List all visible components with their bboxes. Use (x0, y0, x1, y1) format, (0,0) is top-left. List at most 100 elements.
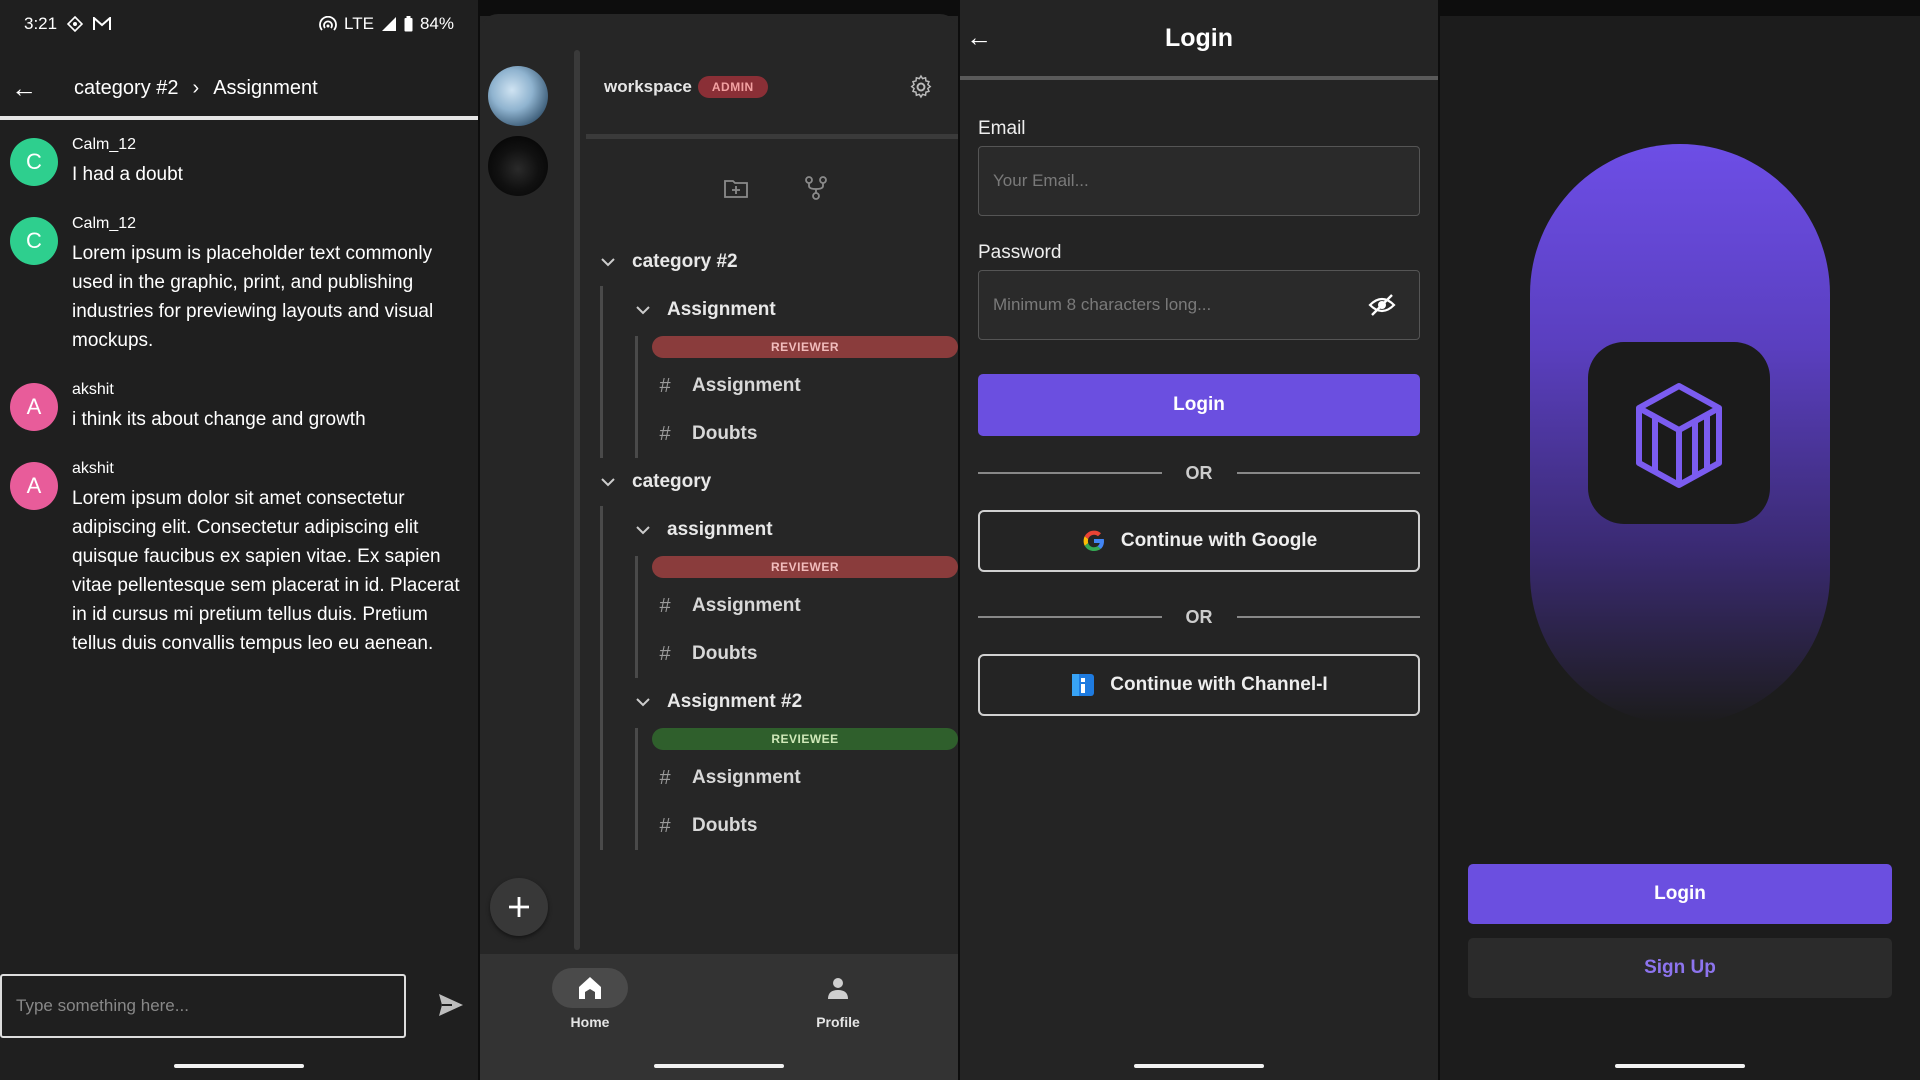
branch-icon[interactable] (802, 174, 830, 202)
hotspot-icon (319, 16, 337, 31)
workspace-screen: workspace ADMIN category #2 Assignment R… (480, 0, 958, 1080)
welcome-screen: Login Sign Up (1440, 0, 1920, 1080)
google-signin-button[interactable]: Continue with Google (978, 510, 1420, 572)
back-arrow-icon[interactable]: ← (966, 22, 992, 53)
subcategory-children: REVIEWEE # Assignment # Doubts (635, 728, 958, 850)
subcategory-label: Assignment (667, 299, 776, 320)
person-icon (828, 978, 848, 999)
role-badge: REVIEWER (652, 556, 958, 578)
avatar[interactable]: C (10, 138, 58, 186)
home-icon (579, 977, 601, 999)
category-row[interactable]: category (600, 458, 958, 506)
channel-row[interactable]: # Assignment (652, 582, 958, 630)
add-workspace-button[interactable] (490, 878, 548, 936)
back-arrow-icon[interactable]: ← (0, 73, 48, 104)
breadcrumb-category[interactable]: category #2 (74, 77, 179, 100)
category-label: category #2 (632, 251, 738, 272)
subcategory-row[interactable]: assignment (603, 506, 958, 554)
google-icon (1083, 530, 1104, 551)
message: A akshit Lorem ipsum dolor sit amet cons… (0, 454, 478, 658)
message-list: C Calm_12 I had a doubt C Calm_12 Lorem … (0, 130, 478, 678)
data-saver-icon (67, 16, 84, 32)
header-divider (586, 134, 958, 139)
subcategory-label: Assignment #2 (667, 691, 803, 712)
drawer-edge (480, 14, 958, 34)
channel-signin-button[interactable]: Continue with Channel-I (978, 654, 1420, 716)
workspace-avatar[interactable] (488, 136, 548, 196)
message-input[interactable] (0, 974, 406, 1038)
channel-label: Assignment (692, 375, 801, 396)
subcategory-row[interactable]: Assignment #2 (603, 678, 958, 726)
page-title: Login (1164, 23, 1234, 52)
gear-icon[interactable] (908, 74, 934, 100)
status-time: 3:21 (24, 14, 58, 33)
gesture-bar (654, 1064, 784, 1068)
message-text: Lorem ipsum dolor sit amet consectetur a… (72, 488, 460, 654)
add-folder-icon[interactable] (722, 174, 750, 202)
category-children: assignment REVIEWER # Assignment # Doubt… (600, 506, 958, 850)
network-type: LTE (344, 14, 374, 33)
signup-button[interactable]: Sign Up (1468, 938, 1892, 998)
login-button[interactable]: Login (978, 374, 1420, 436)
hash-icon: # (659, 642, 671, 665)
welcome-login-button[interactable]: Login (1468, 864, 1892, 924)
password-label: Password (978, 242, 1062, 263)
hash-icon: # (659, 814, 671, 837)
battery-level: 84% (419, 14, 454, 33)
message-text: i think its about change and growth (72, 409, 366, 430)
login-screen: ← Login Email Password Login OR Continue… (960, 0, 1438, 1080)
category-row[interactable]: category #2 (600, 238, 958, 286)
category-children: Assignment REVIEWER # Assignment # Doubt… (600, 286, 958, 458)
channel-row[interactable]: # Doubts (652, 410, 958, 458)
nav-profile[interactable]: Profile (778, 968, 898, 1030)
composer (0, 974, 478, 1042)
channel-label: Assignment (692, 595, 801, 616)
or-text: OR (1185, 462, 1213, 483)
workspace-tools (722, 174, 830, 202)
nav-home-label: Home (570, 1014, 610, 1030)
workspace-name: workspace (604, 77, 692, 96)
gesture-bar (1134, 1064, 1264, 1068)
channel-row[interactable]: # Doubts (652, 630, 958, 678)
channel-row[interactable]: # Assignment (652, 754, 958, 802)
subcategory-children: REVIEWER # Assignment # Doubts (635, 336, 958, 458)
status-bar: 3:21 LTE 84% (0, 0, 478, 48)
avatar[interactable]: A (10, 462, 58, 510)
chevron-right-icon: › (192, 76, 200, 99)
hash-icon: # (659, 422, 671, 445)
subcategory-row[interactable]: Assignment (603, 286, 958, 334)
google-button-label: Continue with Google (1120, 530, 1318, 551)
eye-off-icon[interactable] (1368, 292, 1396, 318)
subcategory-label: assignment (667, 519, 773, 540)
top-edge (1440, 0, 1920, 16)
message-text: Lorem ipsum is placeholder text commonly… (72, 243, 434, 351)
password-field[interactable] (978, 270, 1420, 340)
channel-tree: category #2 Assignment REVIEWER # Assign… (600, 238, 958, 850)
chevron-down-icon (636, 698, 650, 707)
chevron-down-icon (636, 526, 650, 535)
nav-profile-label: Profile (816, 1014, 860, 1030)
subcategory-children: REVIEWER # Assignment # Doubts (635, 556, 958, 678)
workspace-avatar[interactable] (488, 66, 548, 126)
gesture-bar (1615, 1064, 1745, 1068)
app-logo-icon (1636, 383, 1722, 488)
plus-icon (509, 897, 529, 917)
avatar[interactable]: C (10, 217, 58, 265)
chat-header: ← category #2 › Assignment (0, 60, 478, 120)
workspace-header: workspace ADMIN (604, 74, 934, 100)
admin-badge: ADMIN (697, 76, 768, 98)
message: C Calm_12 Lorem ipsum is placeholder tex… (0, 209, 478, 355)
channel-row[interactable]: # Assignment (652, 362, 958, 410)
role-badge: REVIEWER (652, 336, 958, 358)
hash-icon: # (659, 374, 671, 397)
channel-label: Doubts (692, 423, 758, 444)
hash-icon: # (659, 766, 671, 789)
message-text: I had a doubt (72, 164, 183, 185)
channel-row[interactable]: # Doubts (652, 802, 958, 850)
or-divider: OR (978, 458, 1420, 488)
message: A akshit i think its about change and gr… (0, 375, 478, 434)
nav-home[interactable]: Home (530, 968, 650, 1030)
email-field[interactable] (978, 146, 1420, 216)
avatar[interactable]: A (10, 383, 58, 431)
send-icon[interactable] (436, 990, 466, 1020)
